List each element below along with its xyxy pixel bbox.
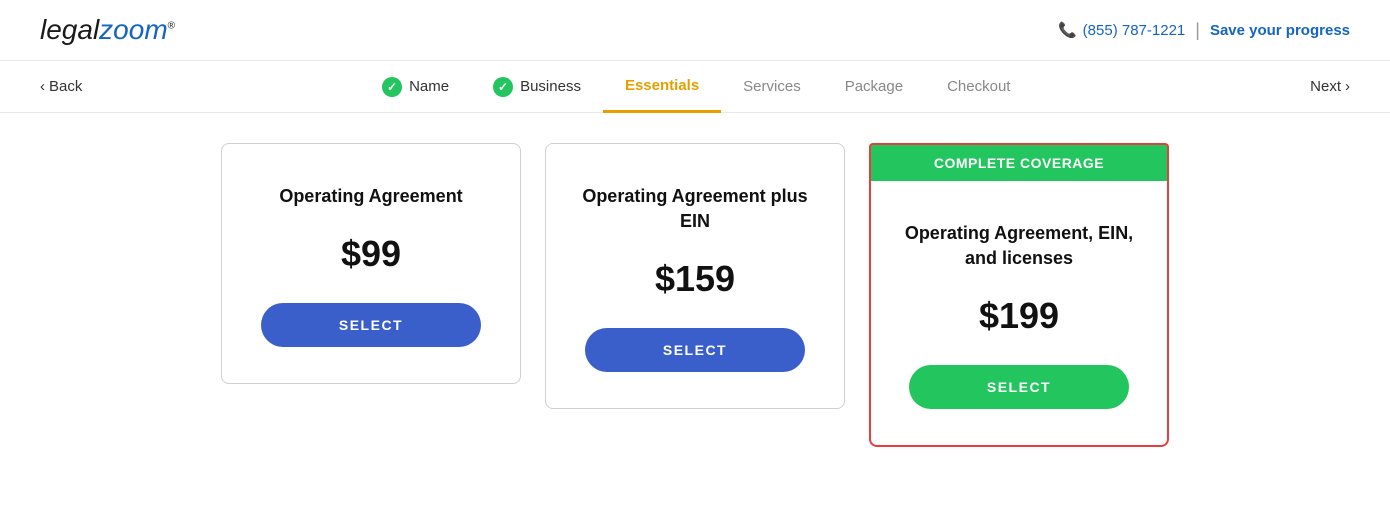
logo-legal: legal [40, 14, 99, 45]
select-button-card2[interactable]: SELECT [585, 328, 805, 372]
logo-zoom: zoom [99, 14, 167, 45]
select-button-card1[interactable]: SELECT [261, 303, 481, 347]
pricing-card-card1: Operating Agreement $99 SELECT [221, 143, 521, 384]
card-wrapper-card1: Operating Agreement $99 SELECT [221, 143, 521, 384]
step-label-services: Services [743, 78, 801, 95]
step-label-essentials: Essentials [625, 77, 699, 94]
nav-step-name[interactable]: Name [360, 61, 471, 113]
back-label: Back [49, 78, 82, 95]
save-progress-link[interactable]: Save your progress [1210, 22, 1350, 39]
card-price: $99 [341, 233, 401, 275]
chevron-left-icon: ‹ [40, 78, 45, 95]
main-content: Operating Agreement$99SELECTOperating Ag… [0, 113, 1390, 487]
logo-trademark: ® [168, 21, 175, 32]
nav-step-services[interactable]: Services [721, 61, 823, 113]
card-wrapper-card2: Operating Agreement plus EIN $159 SELECT [545, 143, 845, 409]
nav-step-business[interactable]: Business [471, 61, 603, 113]
header-actions: 📞 (855) 787-1221 | Save your progress [1058, 20, 1350, 41]
card-price: $159 [655, 258, 735, 300]
phone-icon: 📞 [1058, 21, 1077, 39]
select-button-card3[interactable]: SELECT [909, 365, 1129, 409]
step-label-business: Business [520, 78, 581, 95]
logo: legalzoom® [40, 14, 175, 46]
card-title: Operating Agreement, EIN, and licenses [901, 221, 1137, 271]
step-label-checkout: Checkout [947, 78, 1010, 95]
phone-link[interactable]: 📞 (855) 787-1221 [1058, 21, 1185, 39]
card-title: Operating Agreement [279, 184, 462, 209]
pricing-cards: Operating Agreement$99SELECTOperating Ag… [40, 143, 1350, 447]
check-circle-icon [382, 77, 402, 97]
pricing-card-card3: Operating Agreement, EIN, and licenses $1… [869, 181, 1169, 447]
nav-step-essentials[interactable]: Essentials [603, 61, 721, 113]
step-label-name: Name [409, 78, 449, 95]
chevron-right-icon: › [1345, 78, 1350, 95]
nav-step-checkout[interactable]: Checkout [925, 61, 1032, 113]
step-nav: ‹ Back Name Business Essentials Services Pac… [0, 61, 1390, 113]
next-link[interactable]: Next › [1310, 78, 1350, 95]
phone-number: (855) 787-1221 [1083, 22, 1186, 39]
card-wrapper-card3: COMPLETE COVERAGEOperating Agreement, EI… [869, 143, 1169, 447]
pricing-card-card2: Operating Agreement plus EIN $159 SELECT [545, 143, 845, 409]
nav-step-package[interactable]: Package [823, 61, 925, 113]
back-link[interactable]: ‹ Back [40, 78, 82, 95]
step-label-package: Package [845, 78, 903, 95]
site-header: legalzoom® 📞 (855) 787-1221 | Save your … [0, 0, 1390, 61]
next-label: Next [1310, 78, 1341, 95]
header-divider: | [1195, 20, 1200, 41]
card-title: Operating Agreement plus EIN [576, 184, 814, 234]
step-list: Name Business Essentials Services Package Che… [112, 61, 1280, 113]
card-price: $199 [979, 295, 1059, 337]
check-circle-icon [493, 77, 513, 97]
complete-coverage-banner: COMPLETE COVERAGE [869, 143, 1169, 181]
